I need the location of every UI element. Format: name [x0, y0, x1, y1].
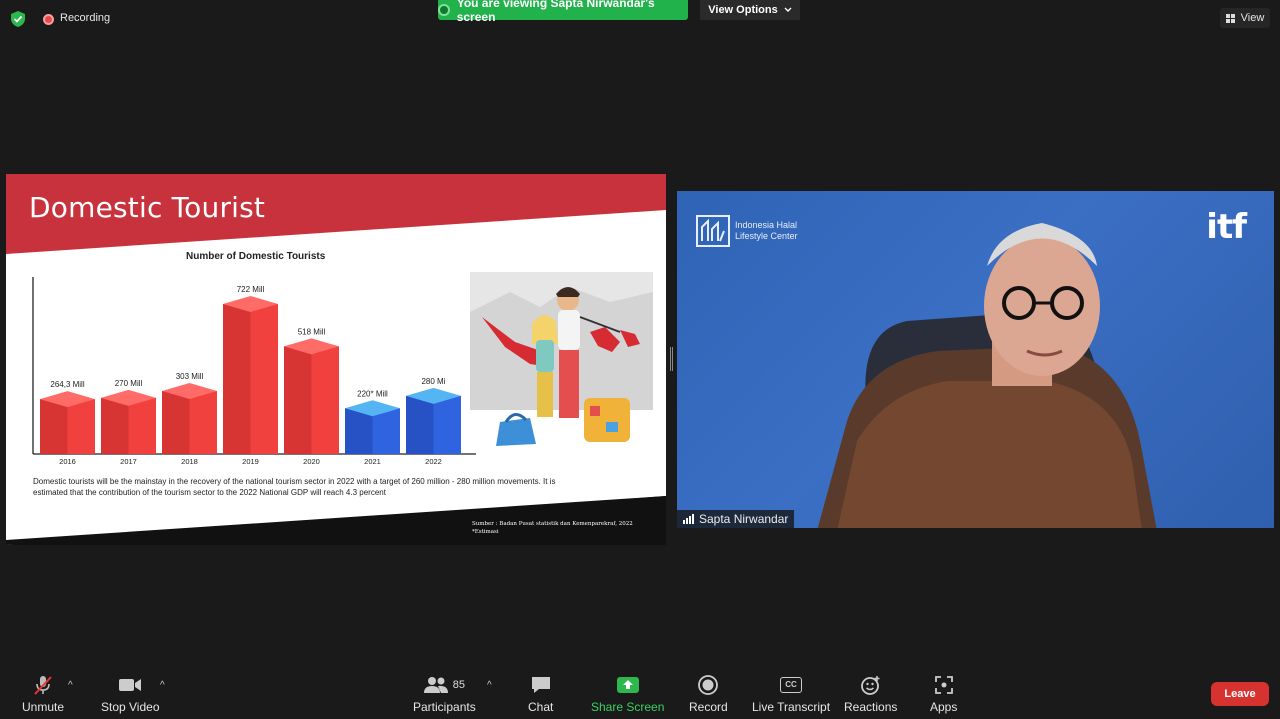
participants-icon: [423, 677, 448, 693]
record-icon: [697, 674, 719, 696]
slide-title: Domestic Tourist: [29, 191, 266, 224]
stop-video-button[interactable]: Stop Video: [101, 674, 160, 714]
ihlc-logo-line-1: Indonesia Halal: [735, 220, 798, 230]
ihlc-logo-mark-icon: [696, 215, 730, 247]
x-tick-2019: 2019: [242, 457, 259, 466]
participant-video-tile[interactable]: Indonesia Halal Lifestyle Center itf: [677, 191, 1274, 528]
participant-name-tag: Sapta Nirwandar: [677, 510, 795, 528]
x-tick-2016: 2016: [59, 457, 76, 466]
data-label-2017: 270 Mill: [115, 379, 143, 388]
share-screen-button[interactable]: Share Screen: [591, 674, 664, 714]
x-tick-2017: 2017: [120, 457, 137, 466]
chevron-down-icon: [784, 7, 792, 12]
x-tick-2021: 2021: [364, 457, 381, 466]
cc-icon-text: CC: [780, 677, 803, 693]
data-label-2018: 303 Mill: [176, 372, 204, 381]
recording-indicator-icon: [43, 14, 54, 25]
reactions-button[interactable]: Reactions: [844, 674, 897, 714]
video-options-caret-icon[interactable]: ^: [160, 680, 165, 691]
bar-2019: [223, 296, 278, 454]
participants-icon-group: 85: [423, 674, 465, 696]
security-shield-icon[interactable]: [11, 11, 25, 27]
view-button[interactable]: View: [1220, 8, 1270, 28]
screen-share-dot-icon: [438, 4, 450, 16]
bar-2018: [162, 383, 217, 454]
view-options-button[interactable]: View Options: [700, 0, 800, 20]
record-label: Record: [689, 700, 728, 714]
participants-label: Participants: [413, 700, 476, 714]
apps-button[interactable]: Apps: [930, 674, 957, 714]
bar-2021: [345, 400, 400, 454]
chart-title: Number of Domestic Tourists: [186, 251, 326, 262]
audio-options-caret-icon[interactable]: ^: [68, 680, 73, 691]
gallery-grid-icon: [1225, 13, 1235, 23]
shared-slide: Domestic Tourist Number of Domestic Tour…: [6, 174, 666, 545]
data-label-2020: 518 Mill: [298, 327, 326, 336]
source-line-1: Sumber : Badan Pusat statistik dan Kemen…: [472, 521, 633, 527]
recording-label[interactable]: Recording: [60, 12, 110, 24]
participants-count: 85: [452, 679, 465, 691]
share-screen-label: Share Screen: [591, 700, 665, 714]
tourist-couple-illustration: [470, 272, 653, 446]
source-line-2: *Estimasi: [472, 529, 499, 535]
view-button-label: View: [1240, 12, 1265, 24]
panel-resize-handle[interactable]: [670, 347, 673, 371]
ihlc-logo: Indonesia Halal Lifestyle Center: [696, 215, 798, 247]
share-screen-icon: [616, 674, 640, 696]
unmute-label: Unmute: [22, 700, 65, 714]
viewing-screen-banner: You are viewing Sapta Nirwandar's screen: [438, 0, 688, 24]
data-label-2019: 722 Mill: [237, 285, 265, 294]
chat-label: Chat: [528, 700, 554, 714]
bar-2017: [101, 389, 156, 454]
participant-name: Sapta Nirwandar: [699, 512, 789, 526]
chat-button[interactable]: Chat: [528, 674, 553, 714]
x-tick-2018: 2018: [181, 457, 198, 466]
speaker-figure: [817, 223, 1157, 528]
participants-options-caret-icon[interactable]: ^: [487, 680, 492, 691]
emoji-reaction-icon: [860, 674, 882, 696]
unmute-button[interactable]: Unmute: [22, 674, 64, 714]
apps-label: Apps: [930, 700, 958, 714]
domestic-tourists-bar-chart: 264,3 Mill 2016 270 Mill 2017 303 Mill 2018 72…: [32, 277, 476, 466]
data-label-2021: 220* Mill: [357, 389, 388, 398]
video-camera-icon: [118, 674, 142, 696]
bar-2022: [406, 387, 461, 454]
live-transcript-button[interactable]: CC Live Transcript: [752, 674, 830, 714]
signal-strength-icon: [683, 514, 694, 524]
x-tick-2020: 2020: [303, 457, 320, 466]
slide-description: Domestic tourists will be the mainstay i…: [33, 477, 556, 497]
record-button[interactable]: Record: [689, 674, 728, 714]
bar-2020: [284, 338, 339, 454]
stop-video-label: Stop Video: [101, 700, 160, 714]
x-tick-2022: 2022: [425, 457, 442, 466]
muted-microphone-icon: [32, 674, 54, 696]
ihlc-logo-line-2: Lifestyle Center: [735, 231, 798, 241]
viewing-banner-text: You are viewing Sapta Nirwandar's screen: [456, 0, 655, 24]
data-label-2016: 264,3 Mill: [50, 380, 84, 389]
participants-button[interactable]: 85 Participants: [413, 674, 476, 714]
leave-button[interactable]: Leave: [1211, 682, 1269, 706]
view-options-label: View Options: [708, 4, 778, 16]
closed-caption-icon: CC: [780, 674, 803, 696]
reactions-label: Reactions: [844, 700, 898, 714]
bar-2016: [40, 391, 95, 454]
live-transcript-label: Live Transcript: [752, 700, 831, 714]
slide-source: Sumber : Badan Pusat statistik dan Kemen…: [472, 520, 633, 536]
apps-icon: [934, 674, 954, 696]
data-label-2022: 280 Mi: [421, 377, 445, 386]
chat-bubble-icon: [530, 674, 552, 696]
